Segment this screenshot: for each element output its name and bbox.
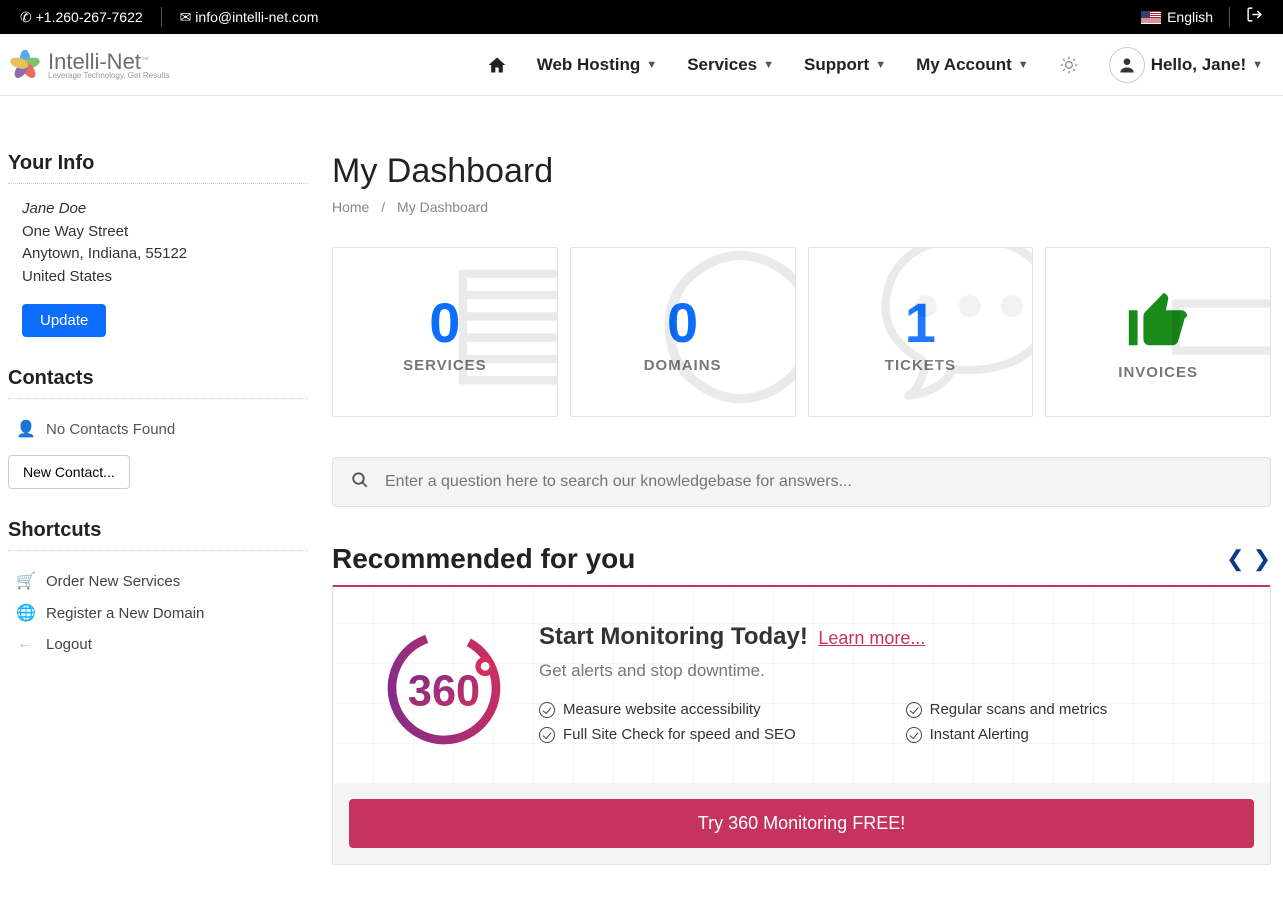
- logo-icon: [8, 48, 42, 82]
- utility-bar: ✆ +1.260-267-7622 ✉ info@intelli-net.com…: [0, 0, 1283, 34]
- no-contacts-row: 👤 No Contacts Found: [8, 413, 308, 445]
- learn-more-link[interactable]: Learn more...: [818, 628, 925, 648]
- recommended-card: 360 Start Monitoring Today! Learn more..…: [332, 585, 1271, 865]
- user-country: United States: [22, 266, 308, 289]
- shortcut-register-domain[interactable]: 🌐 Register a New Domain: [8, 597, 308, 629]
- envelope-icon: ✉: [180, 9, 192, 25]
- user-city: Anytown, Indiana, 55122: [22, 243, 308, 266]
- arrow-left-icon: ←: [16, 635, 34, 653]
- cart-icon: 🛒: [16, 571, 34, 591]
- kb-search[interactable]: [332, 457, 1271, 507]
- feature-item: Measure website accessibility: [539, 701, 796, 718]
- try-monitoring-button[interactable]: Try 360 Monitoring FREE!: [349, 799, 1254, 848]
- tile-invoices[interactable]: ▭ INVOICES: [1045, 247, 1271, 417]
- primary-nav: Intelli-Net™ Leverage Technology, Get Re…: [0, 34, 1283, 96]
- breadcrumb-home[interactable]: Home: [332, 199, 369, 215]
- shortcut-logout[interactable]: ← Logout: [8, 629, 308, 659]
- breadcrumb: Home / My Dashboard: [332, 199, 1271, 215]
- nav-support[interactable]: Support▼: [804, 55, 886, 75]
- new-contact-button[interactable]: New Contact...: [8, 455, 130, 489]
- rec-title: Start Monitoring Today!: [539, 623, 808, 650]
- home-icon: [487, 55, 507, 75]
- divider: [1229, 7, 1230, 27]
- check-icon: [539, 727, 555, 743]
- monitoring-360-icon: 360: [379, 623, 509, 753]
- phone-icon: ✆: [20, 9, 32, 25]
- rec-subtitle: Get alerts and stop downtime.: [539, 661, 1240, 681]
- divider: [161, 7, 162, 27]
- nav-web-hosting[interactable]: Web Hosting▼: [537, 55, 657, 75]
- shortcut-order-services[interactable]: 🛒 Order New Services: [8, 565, 308, 597]
- chat-icon: 💬: [875, 247, 1033, 404]
- check-icon: [539, 702, 555, 718]
- contacts-title: Contacts: [8, 367, 308, 399]
- theme-toggle[interactable]: [1059, 55, 1079, 75]
- tile-domains[interactable]: ◯ 0 DOMAINS: [570, 247, 796, 417]
- check-icon: [906, 727, 922, 743]
- nav-my-account[interactable]: My Account▼: [916, 55, 1029, 75]
- shortcuts-title: Shortcuts: [8, 519, 308, 551]
- server-icon: ▤: [445, 247, 558, 402]
- brand-logo[interactable]: Intelli-Net™ Leverage Technology, Get Re…: [8, 48, 170, 82]
- nav-services[interactable]: Services▼: [687, 55, 774, 75]
- avatar: [1109, 47, 1145, 83]
- update-button[interactable]: Update: [22, 304, 106, 337]
- language-selector[interactable]: English: [1141, 9, 1213, 25]
- brand-tagline: Leverage Technology, Get Results: [48, 71, 170, 80]
- user-icon: [1117, 55, 1137, 75]
- page-title: My Dashboard: [332, 152, 1271, 191]
- globe-icon: 🌐: [16, 603, 34, 623]
- your-info-panel: Your Info Jane Doe One Way Street Anytow…: [8, 152, 308, 337]
- contacts-panel: Contacts 👤 No Contacts Found New Contact…: [8, 367, 308, 489]
- shortcuts-panel: Shortcuts 🛒 Order New Services 🌐 Registe…: [8, 519, 308, 659]
- tile-services[interactable]: ▤ 0 SERVICES: [332, 247, 558, 417]
- feature-item: Regular scans and metrics: [906, 701, 1108, 718]
- user-icon: 👤: [16, 419, 34, 439]
- search-icon: [351, 471, 369, 494]
- your-info-title: Your Info: [8, 152, 308, 184]
- logout-icon[interactable]: [1246, 6, 1263, 28]
- us-flag-icon: [1141, 11, 1161, 24]
- carousel-next[interactable]: ❯: [1253, 546, 1271, 572]
- kb-search-input[interactable]: [385, 473, 1252, 491]
- feature-item: Full Site Check for speed and SEO: [539, 726, 796, 743]
- breadcrumb-current: My Dashboard: [397, 199, 488, 215]
- tile-tickets[interactable]: 💬 1 TICKETS: [808, 247, 1034, 417]
- user-name: Jane Doe: [22, 198, 308, 221]
- carousel-prev[interactable]: ❮: [1226, 546, 1244, 572]
- user-street: One Way Street: [22, 221, 308, 244]
- nav-home[interactable]: [487, 55, 507, 75]
- card-icon: ▭: [1158, 247, 1271, 402]
- email-link[interactable]: ✉ info@intelli-net.com: [180, 9, 319, 26]
- sun-gear-icon: [1059, 55, 1079, 75]
- phone-link[interactable]: ✆ +1.260-267-7622: [20, 9, 143, 26]
- svg-text:360: 360: [408, 667, 480, 715]
- user-menu[interactable]: Hello, Jane!▼: [1109, 47, 1263, 83]
- feature-item: Instant Alerting: [906, 726, 1108, 743]
- check-icon: [906, 702, 922, 718]
- recommended-heading: Recommended for you: [332, 543, 635, 575]
- globe-icon: ◯: [657, 247, 796, 402]
